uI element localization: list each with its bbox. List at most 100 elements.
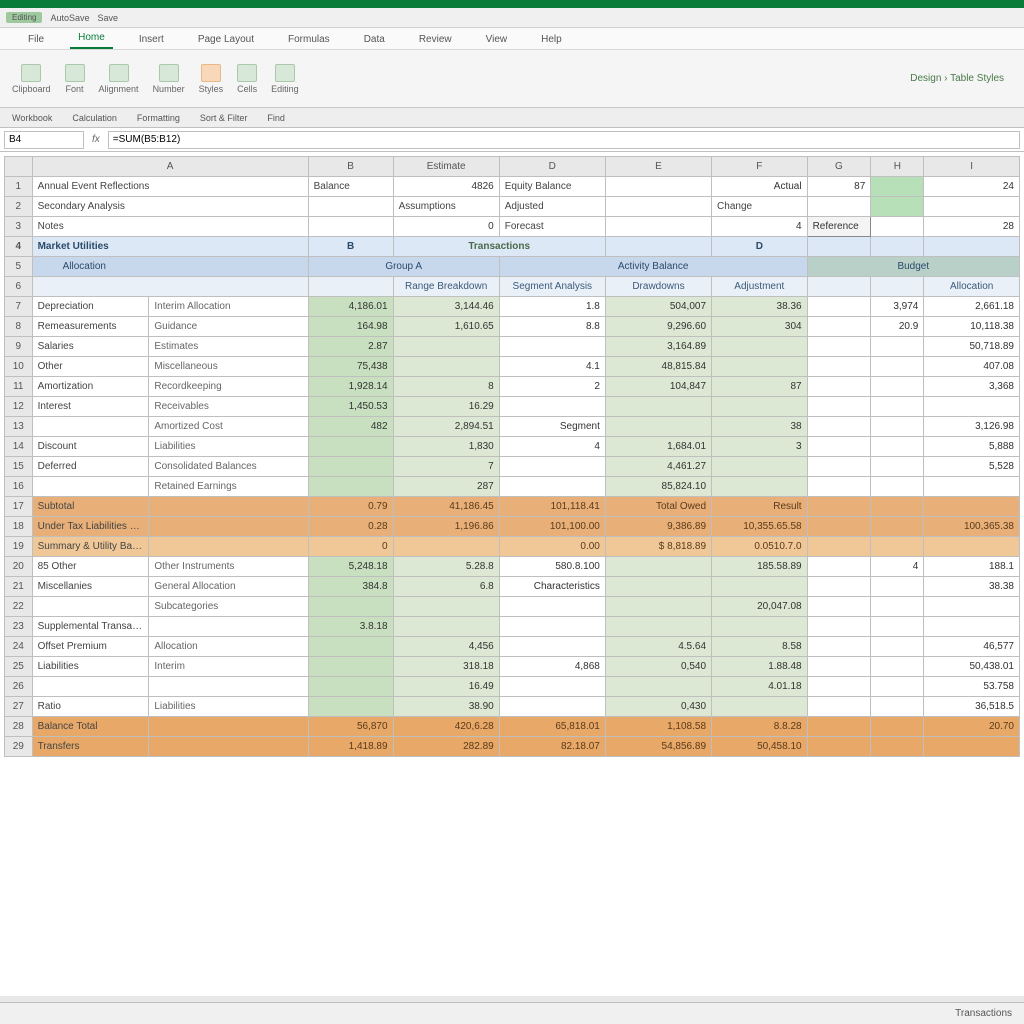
cell[interactable]: [871, 397, 924, 417]
cell[interactable]: 4.01.18: [712, 677, 808, 697]
cell[interactable]: Supplemental Transactions: [32, 617, 149, 637]
reference-tag[interactable]: Reference: [807, 217, 871, 237]
cell[interactable]: [32, 597, 149, 617]
row-num[interactable]: 19: [5, 537, 33, 557]
cell[interactable]: [871, 377, 924, 397]
cell[interactable]: [308, 657, 393, 677]
cell[interactable]: [712, 577, 808, 597]
cell[interactable]: 164.98: [308, 317, 393, 337]
cell[interactable]: [149, 537, 308, 557]
cell[interactable]: Allocation: [924, 277, 1020, 297]
cell[interactable]: [393, 597, 499, 617]
cell[interactable]: 2: [499, 377, 605, 397]
cell[interactable]: 8.58: [712, 637, 808, 657]
cell[interactable]: 75,438: [308, 357, 393, 377]
cell[interactable]: [807, 737, 871, 757]
row-num[interactable]: 10: [5, 357, 33, 377]
cell[interactable]: Range Breakdown: [393, 277, 499, 297]
cell[interactable]: Depreciation: [32, 297, 149, 317]
cell[interactable]: [871, 597, 924, 617]
col-i[interactable]: I: [924, 157, 1020, 177]
cell[interactable]: 46,577: [924, 637, 1020, 657]
cell[interactable]: [871, 577, 924, 597]
cell[interactable]: [308, 197, 393, 217]
autosave-badge[interactable]: Editing: [6, 12, 42, 23]
cell[interactable]: Group A: [308, 257, 499, 277]
cell[interactable]: 0,540: [605, 657, 711, 677]
cell[interactable]: 7: [393, 457, 499, 477]
cell[interactable]: [807, 597, 871, 617]
tab-insert[interactable]: Insert: [131, 30, 172, 49]
cell[interactable]: [149, 717, 308, 737]
cell[interactable]: 36,518.5: [924, 697, 1020, 717]
cell[interactable]: 4: [871, 557, 924, 577]
cell[interactable]: [393, 337, 499, 357]
cell[interactable]: 407.08: [924, 357, 1020, 377]
cell[interactable]: [924, 597, 1020, 617]
cell[interactable]: [807, 637, 871, 657]
cell[interactable]: [871, 457, 924, 477]
cell[interactable]: Balance: [308, 177, 393, 197]
cell[interactable]: [308, 597, 393, 617]
cell[interactable]: [499, 397, 605, 417]
cell[interactable]: 82.18.07: [499, 737, 605, 757]
row-num[interactable]: 18: [5, 517, 33, 537]
cell[interactable]: [871, 417, 924, 437]
cell[interactable]: [924, 237, 1020, 257]
row-num[interactable]: 8: [5, 317, 33, 337]
cell[interactable]: Retained Earnings: [149, 477, 308, 497]
cell[interactable]: 580.8.100: [499, 557, 605, 577]
cell[interactable]: 8.8: [499, 317, 605, 337]
row-num[interactable]: 28: [5, 717, 33, 737]
cell[interactable]: Adjustment: [712, 277, 808, 297]
cell[interactable]: [605, 417, 711, 437]
cell[interactable]: Change: [712, 197, 808, 217]
cell[interactable]: [712, 357, 808, 377]
cell[interactable]: 9,296.60: [605, 317, 711, 337]
cell[interactable]: [871, 657, 924, 677]
cell[interactable]: 100,365.38: [924, 517, 1020, 537]
cell[interactable]: [871, 537, 924, 557]
row-num[interactable]: 17: [5, 497, 33, 517]
cell[interactable]: 3,164.89: [605, 337, 711, 357]
cell[interactable]: Amortization: [32, 377, 149, 397]
cell[interactable]: 5.28.8: [393, 557, 499, 577]
cell[interactable]: 1,684.01: [605, 437, 711, 457]
cell[interactable]: 50,718.89: [924, 337, 1020, 357]
cell[interactable]: 0: [393, 217, 499, 237]
cell[interactable]: 53.758: [924, 677, 1020, 697]
cell[interactable]: [807, 657, 871, 677]
cell[interactable]: 2,661.18: [924, 297, 1020, 317]
cell[interactable]: [924, 737, 1020, 757]
cell[interactable]: 1,928.14: [308, 377, 393, 397]
cell[interactable]: 9,386.89: [605, 517, 711, 537]
sub-item[interactable]: Sort & Filter: [200, 113, 248, 123]
cell[interactable]: Transactions: [393, 237, 605, 257]
cell[interactable]: Allocation: [32, 257, 308, 277]
cell[interactable]: Notes: [32, 217, 308, 237]
col-e[interactable]: E: [605, 157, 711, 177]
design-breadcrumb[interactable]: Design › Table Styles: [910, 73, 1012, 84]
cell[interactable]: [871, 497, 924, 517]
cell[interactable]: [924, 497, 1020, 517]
cell[interactable]: 0.0510.7.0: [712, 537, 808, 557]
cell[interactable]: Budget: [807, 257, 1019, 277]
cell[interactable]: General Allocation: [149, 577, 308, 597]
ribbon-group-number[interactable]: Number: [153, 64, 185, 94]
sub-item[interactable]: Formatting: [137, 113, 180, 123]
cell[interactable]: [499, 617, 605, 637]
cell[interactable]: [499, 457, 605, 477]
cell[interactable]: [807, 677, 871, 697]
cell[interactable]: [499, 597, 605, 617]
cell[interactable]: 10,355.65.58: [712, 517, 808, 537]
row-num[interactable]: 13: [5, 417, 33, 437]
cell[interactable]: [807, 557, 871, 577]
cell[interactable]: 56,870: [308, 717, 393, 737]
cell[interactable]: Characteristics: [499, 577, 605, 597]
cell[interactable]: [871, 677, 924, 697]
cell[interactable]: 3,368: [924, 377, 1020, 397]
cell[interactable]: 4: [499, 437, 605, 457]
cell[interactable]: 304: [712, 317, 808, 337]
select-all-corner[interactable]: [5, 157, 33, 177]
cell[interactable]: 24: [924, 177, 1020, 197]
